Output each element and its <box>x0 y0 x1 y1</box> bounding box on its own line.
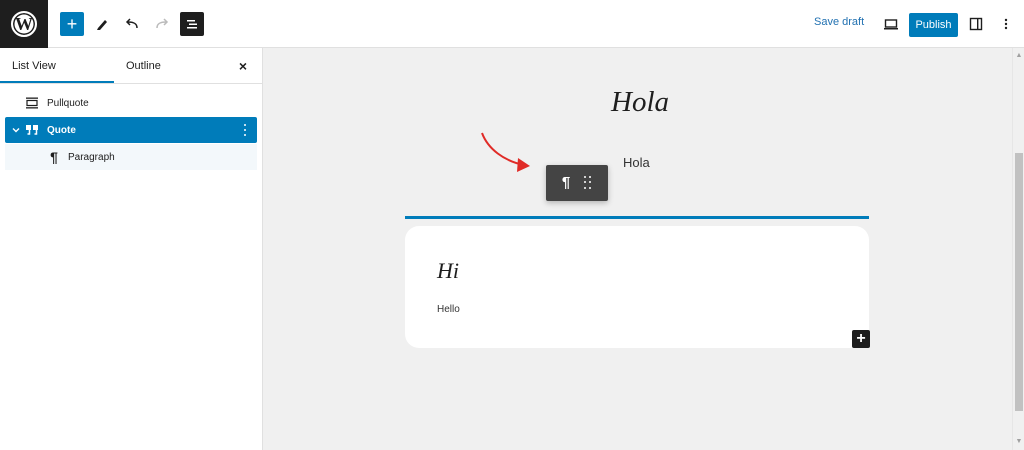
tools-button[interactable] <box>90 12 114 36</box>
wordpress-logo-button[interactable]: W <box>0 0 48 48</box>
scroll-down-icon[interactable]: ▼ <box>1015 438 1023 446</box>
annotation-arrow-icon <box>481 132 530 172</box>
pencil-icon <box>97 20 107 30</box>
editor-top-toolbar: W + Save draft Publish <box>0 0 1024 48</box>
block-options-button[interactable] <box>241 122 249 138</box>
pullquote-block[interactable]: Hi Hello <box>405 226 869 348</box>
tab-list-view[interactable]: List View <box>12 48 56 84</box>
drop-indicator <box>405 216 869 219</box>
list-view-item-label: Paragraph <box>68 151 115 163</box>
block-toolbar: ¶ <box>546 165 608 201</box>
wordpress-logo-icon: W <box>11 11 37 37</box>
publish-button[interactable]: Publish <box>909 13 958 37</box>
list-view-item-label: Quote <box>47 124 76 136</box>
quote-icon <box>25 123 39 137</box>
undo-button[interactable] <box>120 12 144 36</box>
list-view-item-label: Pullquote <box>47 97 89 109</box>
document-overview-button[interactable] <box>180 12 204 36</box>
sidebar-tabs: List View Outline × <box>0 48 262 84</box>
post-title[interactable]: Hola <box>540 86 740 119</box>
plus-icon: + <box>66 14 78 34</box>
drag-handle-icon[interactable] <box>584 176 592 190</box>
paragraph-block-type-button[interactable]: ¶ <box>558 174 574 192</box>
preview-button[interactable] <box>879 12 903 36</box>
paragraph-icon: ¶ <box>50 149 58 165</box>
sidebar-icon <box>969 17 983 31</box>
list-view-item-quote[interactable]: Quote <box>5 117 257 143</box>
desktop-preview-icon <box>884 19 898 30</box>
paragraph-block[interactable]: Hola <box>623 155 650 170</box>
canvas-scrollbar[interactable]: ▲ ▼ <box>1012 48 1024 450</box>
pullquote-icon <box>25 96 39 110</box>
pullquote-text[interactable]: Hello <box>437 304 460 315</box>
undo-icon <box>125 18 138 29</box>
tab-outline[interactable]: Outline <box>126 48 161 84</box>
list-view-item-paragraph[interactable]: ¶ Paragraph <box>5 144 257 170</box>
close-sidebar-button[interactable]: × <box>236 59 250 73</box>
pullquote-heading[interactable]: Hi <box>437 258 459 284</box>
save-draft-button[interactable]: Save draft <box>814 16 864 28</box>
scroll-up-icon[interactable]: ▲ <box>1015 52 1023 60</box>
options-menu-button[interactable] <box>994 12 1018 36</box>
block-inserter-plus-button[interactable]: + <box>852 330 870 348</box>
redo-button[interactable] <box>150 12 174 36</box>
list-view-icon <box>187 20 197 29</box>
scrollbar-thumb[interactable] <box>1015 153 1023 411</box>
chevron-down-icon[interactable] <box>9 123 23 137</box>
document-overview-sidebar: List View Outline × Pullquote Quote ¶ Pa… <box>0 48 263 450</box>
block-inserter-toggle-button[interactable]: + <box>60 12 84 36</box>
list-view-item-pullquote[interactable]: Pullquote <box>5 90 257 116</box>
more-vertical-icon <box>1004 18 1008 30</box>
redo-icon <box>156 18 169 29</box>
settings-sidebar-toggle-button[interactable] <box>964 12 988 36</box>
active-tab-indicator <box>0 81 114 83</box>
